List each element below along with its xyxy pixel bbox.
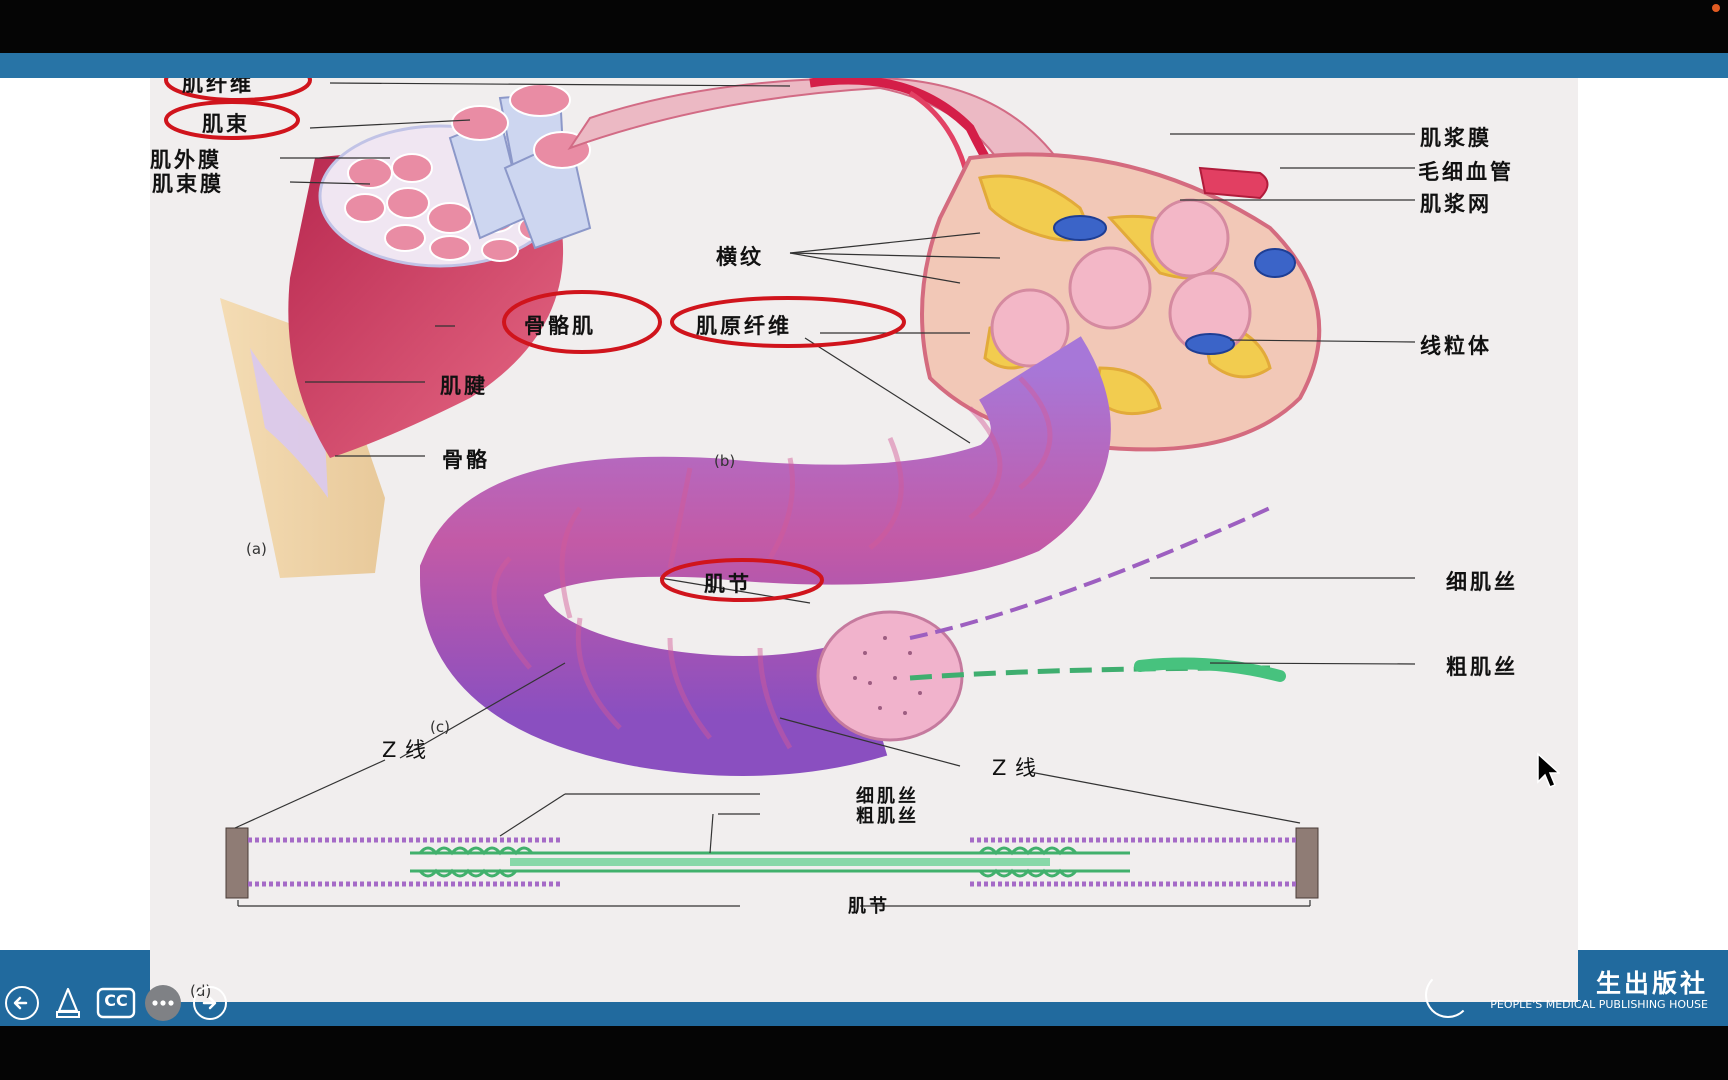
bottom-black-bar bbox=[0, 1026, 1728, 1080]
label-sarcomere: 肌节 bbox=[704, 572, 752, 596]
captions-label: CC bbox=[104, 991, 128, 1010]
label-tendon: 肌腱 bbox=[440, 374, 488, 398]
mouse-cursor-icon bbox=[1536, 752, 1561, 794]
label-sarcomere-bottom: 肌节 bbox=[848, 896, 890, 917]
label-skeletal-muscle: 骨骼肌 bbox=[524, 314, 596, 338]
arrow-left-circle-icon bbox=[5, 986, 39, 1020]
slide-top-band bbox=[0, 53, 1728, 78]
more-options-button[interactable] bbox=[144, 985, 182, 1021]
label-panel-b: (b) bbox=[714, 452, 736, 470]
label-panel-a: (a) bbox=[246, 540, 267, 558]
prev-slide-button[interactable] bbox=[4, 985, 40, 1021]
label-myofibril: 肌原纤维 bbox=[696, 314, 792, 338]
label-sarcolemma: 肌浆膜 bbox=[1420, 126, 1492, 150]
anatomy-illustration bbox=[164, 78, 1416, 907]
top-black-bar bbox=[0, 0, 1728, 53]
muscle-structure-figure: 肌纤维 肌束 肌外膜 肌束膜 骨骼肌 肌腱 骨骼 肌浆膜 毛细血管 肌浆网 横纹… bbox=[150, 78, 1578, 1002]
publisher-name-cn: 生出版社 bbox=[1595, 969, 1708, 998]
label-sarcoplasmic-reticulum: 肌浆网 bbox=[1420, 192, 1492, 216]
label-panel-c: (c) bbox=[430, 718, 450, 736]
label-thin-filament: 细肌丝 bbox=[1446, 570, 1518, 594]
label-bone: 骨骼 bbox=[442, 448, 490, 472]
pen-tool-button[interactable] bbox=[52, 985, 84, 1021]
label-z-line-right: Z 线 bbox=[992, 756, 1038, 780]
publisher-name-en: PEOPLE'S MEDICAL PUBLISHING HOUSE bbox=[1490, 998, 1708, 1011]
arrow-right-circle-icon bbox=[193, 986, 227, 1020]
pen-icon bbox=[56, 987, 80, 1018]
label-perimysium: 肌束膜 bbox=[152, 172, 224, 196]
next-slide-button[interactable] bbox=[192, 985, 228, 1021]
z-line-left-bar bbox=[225, 827, 249, 899]
recording-indicator-icon bbox=[1712, 4, 1720, 12]
label-capillary: 毛细血管 bbox=[1418, 160, 1514, 184]
label-thick-filament: 粗肌丝 bbox=[1446, 655, 1518, 679]
label-striations: 横纹 bbox=[716, 245, 764, 269]
label-fascicle: 肌束 bbox=[202, 112, 250, 136]
label-mitochondria: 线粒体 bbox=[1420, 334, 1492, 358]
label-thick-filament-bottom: 粗肌丝 bbox=[856, 806, 919, 827]
z-line-right-bar bbox=[1295, 827, 1319, 899]
publisher-logo: 生出版社 PEOPLE'S MEDICAL PUBLISHING HOUSE bbox=[1420, 962, 1720, 1018]
captions-button[interactable]: CC bbox=[96, 985, 136, 1021]
label-muscle-fiber: 肌纤维 bbox=[182, 78, 254, 96]
label-z-line-left: Z 线 bbox=[382, 738, 428, 762]
more-icon bbox=[145, 985, 181, 1021]
publisher-emblem-icon bbox=[1425, 972, 1471, 1018]
